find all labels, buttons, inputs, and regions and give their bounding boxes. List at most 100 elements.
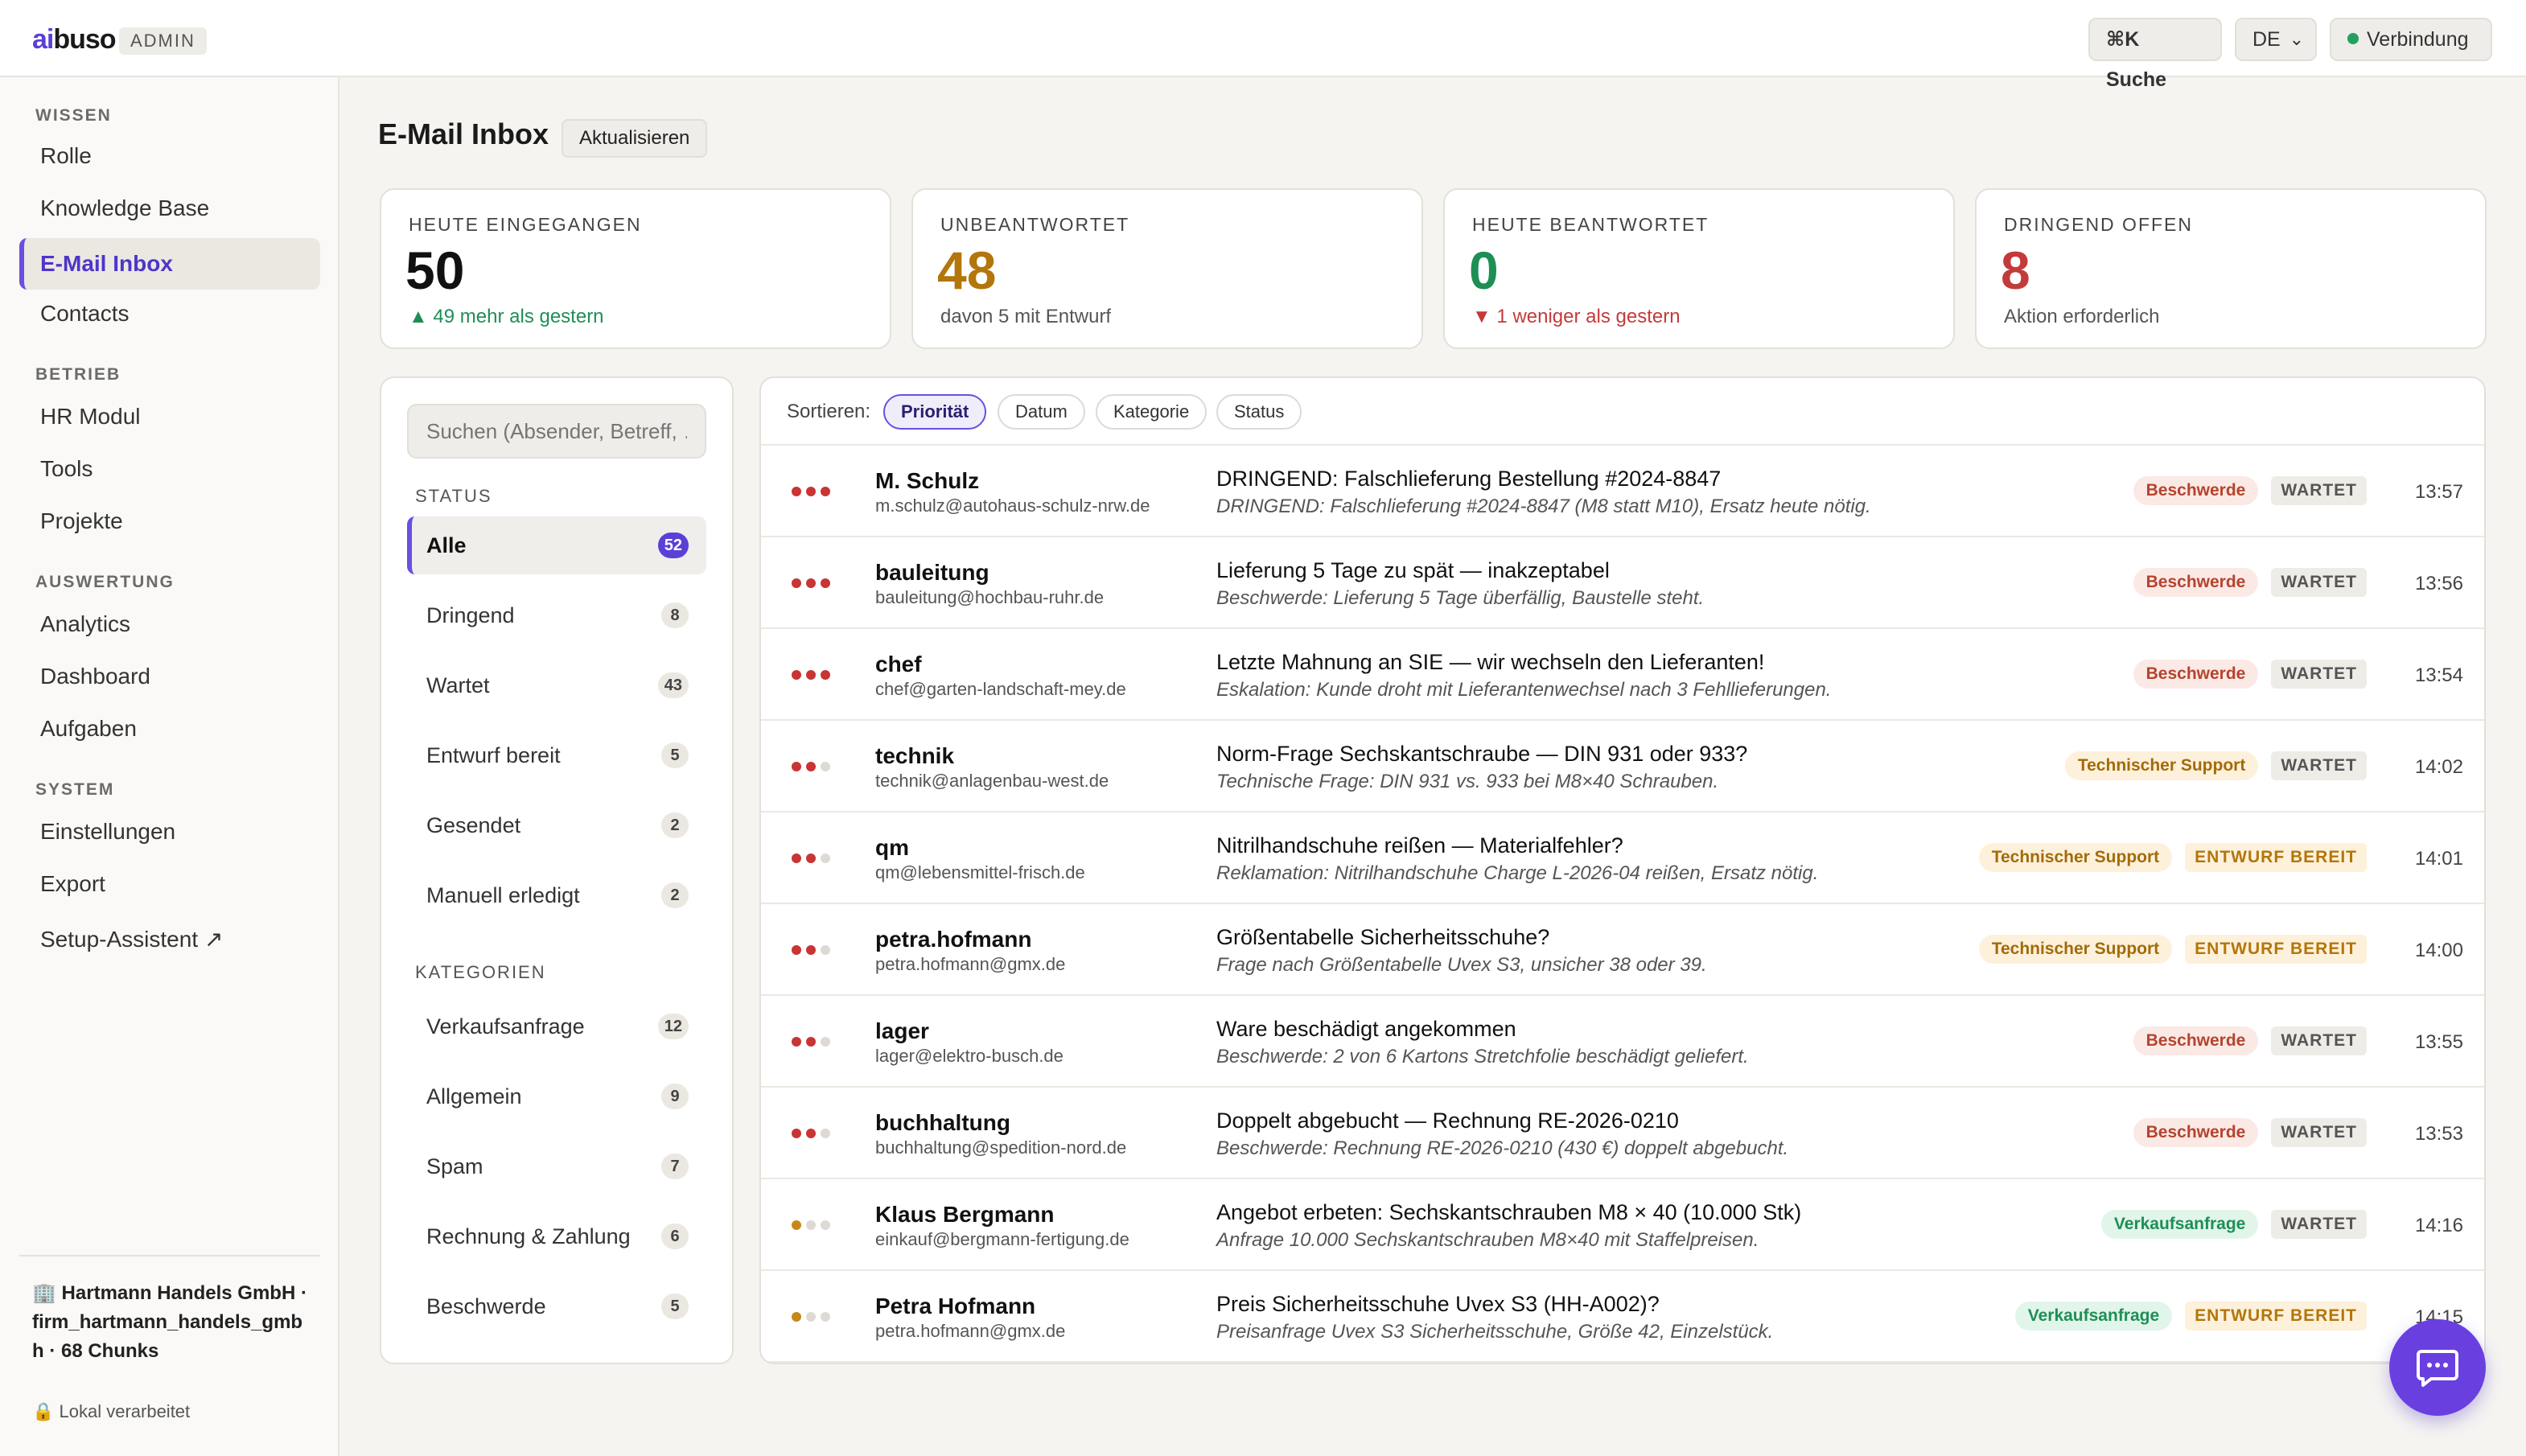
mail-preview: DRINGEND: Falschlieferung #2024-8847 (M8…	[1216, 496, 1871, 517]
mail-row[interactable]: technik technik@anlagenbau-west.de Norm-Fr…	[761, 721, 2484, 812]
search-input[interactable]	[407, 404, 706, 459]
status-badge: WARTET	[2271, 1026, 2367, 1055]
category-filter-spam[interactable]: Spam 7	[407, 1137, 706, 1195]
category-badge: Beschwerde	[2133, 476, 2259, 505]
sidebar-item-aufgaben[interactable]: Aufgaben	[19, 703, 320, 755]
sidebar-item-einstellungen[interactable]: Einstellungen	[19, 806, 320, 858]
mail-row[interactable]: petra.hofmann petra.hofmann@gmx.de Größent…	[761, 904, 2484, 996]
chat-bubble-icon	[2417, 1350, 2458, 1387]
sidebar-section-wissen: WISSEN	[35, 106, 112, 125]
filter-label: Verkaufsanfrage	[426, 1014, 585, 1039]
sidebar-item-projekte[interactable]: Projekte	[19, 496, 320, 547]
sort-chip-status[interactable]: Status	[1216, 394, 1302, 430]
mail-subject: Doppelt abgebucht — Rechnung RE-2026-021…	[1216, 1108, 1679, 1133]
sidebar: WISSEN Rolle Knowledge Base E-Mail Inbox…	[0, 77, 339, 1456]
search-button[interactable]: ⌘K Suche	[2088, 18, 2222, 91]
filter-label: Entwurf bereit	[426, 743, 561, 767]
mail-tags: Technischer Support ENTWURF BEREIT	[1978, 935, 2367, 964]
mail-preview: Preisanfrage Uvex S3 Sicherheitsschuhe, …	[1216, 1321, 1774, 1343]
category-badge: Verkaufsanfrage	[2014, 1302, 2173, 1331]
mail-row[interactable]: qm qm@lebensmittel-frisch.de Nitrilhandsch…	[761, 812, 2484, 904]
sidebar-item-email-inbox[interactable]: E-Mail Inbox	[19, 238, 320, 290]
refresh-button[interactable]: Aktualisieren	[562, 119, 708, 158]
filter-label: Spam	[426, 1154, 483, 1178]
sidebar-section-system: SYSTEM	[35, 780, 115, 799]
sort-chip-priority[interactable]: Priorität	[883, 394, 987, 430]
status-filter-wartet[interactable]: Wartet 43	[407, 656, 706, 714]
priority-dot	[806, 578, 816, 588]
sidebar-item-tools[interactable]: Tools	[19, 443, 320, 495]
mail-row[interactable]: bauleitung bauleitung@hochbau-ruhr.de Lief…	[761, 537, 2484, 629]
count-badge: 43	[657, 672, 689, 698]
status-filter-entwurf-bereit[interactable]: Entwurf bereit 5	[407, 726, 706, 784]
sidebar-item-rolle[interactable]: Rolle	[19, 130, 320, 182]
stat-card-unanswered: UNBEANTWORTET 48 davon 5 mit Entwurf	[911, 188, 1423, 349]
top-bar: aibuso ADMIN ⌘K Suche DE ⌄ Verbindung	[0, 0, 2526, 91]
chat-button[interactable]	[2389, 1319, 2486, 1416]
category-filter-verkaufsanfrage[interactable]: Verkaufsanfrage 12	[407, 997, 706, 1055]
filter-label: Allgemein	[426, 1084, 522, 1108]
category-badge: Beschwerde	[2133, 1026, 2259, 1055]
mail-preview: Beschwerde: 2 von 6 Kartons Stretchfolie…	[1216, 1046, 1749, 1067]
stat-subtext: Aktion erforderlich	[2004, 306, 2160, 327]
priority-dot	[821, 578, 830, 588]
status-filter-dringend[interactable]: Dringend 8	[407, 586, 706, 644]
mail-address: chef@garten-landschaft-mey.de	[875, 679, 1126, 699]
category-filter-allgemein[interactable]: Allgemein 9	[407, 1067, 706, 1125]
sort-bar: Sortieren: Priorität Datum Kategorie Sta…	[761, 378, 2484, 446]
language-select[interactable]: DE ⌄	[2235, 18, 2317, 61]
priority-dot	[821, 762, 830, 771]
status-filter-gesendet[interactable]: Gesendet 2	[407, 796, 706, 854]
stat-trend: ▼ 1 weniger als gestern	[1472, 306, 1681, 327]
sort-chip-date[interactable]: Datum	[998, 394, 1085, 430]
mail-row[interactable]: chef chef@garten-landschaft-mey.de Letzte …	[761, 629, 2484, 721]
stat-value: 50	[405, 241, 465, 300]
mail-row[interactable]: lager lager@elektro-busch.de Ware beschädi…	[761, 996, 2484, 1088]
mail-row[interactable]: buchhaltung buchhaltung@spedition-nord.de…	[761, 1088, 2484, 1179]
mail-subject: Lieferung 5 Tage zu spät — inakzeptabel	[1216, 558, 1610, 582]
status-filter-alle[interactable]: Alle 52	[407, 516, 706, 574]
chevron-down-icon: ⌄	[2289, 29, 2304, 49]
mail-sender: petra.hofmann	[875, 927, 1032, 952]
priority-indicator-icon	[792, 1036, 835, 1051]
category-filter-beschwerde[interactable]: Beschwerde 5	[407, 1277, 706, 1335]
mail-address: lager@elektro-busch.de	[875, 1046, 1063, 1066]
mail-time: 13:55	[2414, 1031, 2463, 1053]
status-filter-manuell-erledigt[interactable]: Manuell erledigt 2	[407, 866, 706, 924]
stat-card-answered-today: HEUTE BEANTWORTET 0 ▼ 1 weniger als gest…	[1443, 188, 1955, 349]
count-badge: 5	[661, 1294, 689, 1319]
priority-dot	[792, 853, 801, 863]
mail-row[interactable]: M. Schulz m.schulz@autohaus-schulz-nrw.de…	[761, 446, 2484, 537]
mail-address: petra.hofmann@gmx.de	[875, 1321, 1066, 1341]
priority-dot	[821, 1220, 830, 1230]
sidebar-item-setup-assistent[interactable]: Setup-Assistent ↗	[19, 914, 320, 965]
mail-row[interactable]: Petra Hofmann petra.hofmann@gmx.de Preis S…	[761, 1271, 2484, 1363]
connection-status[interactable]: Verbindung	[2330, 18, 2492, 61]
app-logo[interactable]: aibuso	[32, 24, 117, 56]
sidebar-item-export[interactable]: Export	[19, 858, 320, 910]
count-badge: 2	[661, 882, 689, 908]
sidebar-item-contacts[interactable]: Contacts	[19, 288, 320, 339]
sidebar-item-analytics[interactable]: Analytics	[19, 598, 320, 650]
priority-dot	[792, 487, 801, 496]
sidebar-item-hr-modul[interactable]: HR Modul	[19, 391, 320, 442]
mail-preview: Frage nach Größentabelle Uvex S3, unsich…	[1216, 954, 1707, 976]
count-badge: 6	[661, 1224, 689, 1249]
filter-label: Manuell erledigt	[426, 883, 580, 907]
mail-subject: Norm-Frage Sechskantschraube — DIN 931 o…	[1216, 742, 1748, 766]
mail-row[interactable]: Klaus Bergmann einkauf@bergmann-fertigung…	[761, 1179, 2484, 1271]
sidebar-item-knowledge-base[interactable]: Knowledge Base	[19, 183, 320, 234]
language-value: DE	[2252, 28, 2281, 51]
sidebar-item-dashboard[interactable]: Dashboard	[19, 651, 320, 702]
priority-dot	[792, 578, 801, 588]
priority-indicator-icon	[792, 1128, 835, 1142]
mail-address: einkauf@bergmann-fertigung.de	[875, 1229, 1129, 1249]
stat-label: HEUTE EINGEGANGEN	[409, 214, 642, 235]
sort-chip-category[interactable]: Kategorie	[1096, 394, 1207, 430]
category-filter-rechnung-zahlung[interactable]: Rechnung & Zahlung 6	[407, 1207, 706, 1265]
stat-value: 48	[937, 241, 997, 300]
priority-dot	[792, 1037, 801, 1047]
status-badge: WARTET	[2271, 568, 2367, 597]
mail-address: m.schulz@autohaus-schulz-nrw.de	[875, 496, 1150, 516]
mail-tags: Beschwerde WARTET	[2133, 1026, 2367, 1055]
